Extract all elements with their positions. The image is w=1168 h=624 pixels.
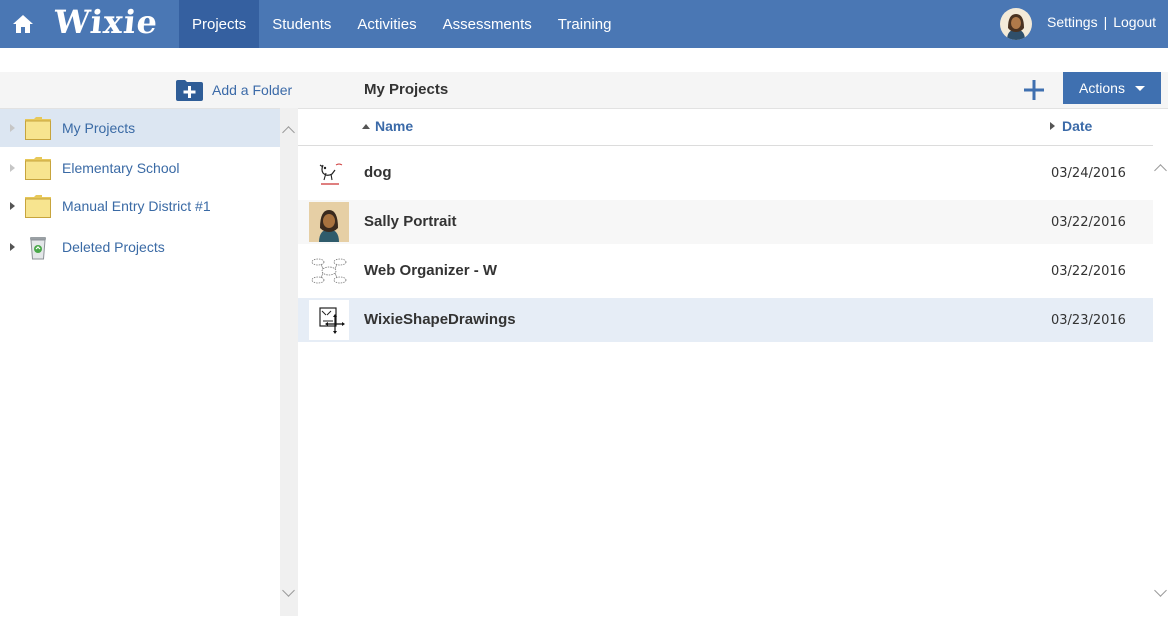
caret-down-icon xyxy=(1134,85,1145,91)
project-date: 03/22/2016 xyxy=(1051,264,1126,279)
project-name: dog xyxy=(364,164,392,181)
scroll-up-icon[interactable] xyxy=(282,126,295,139)
project-toolbar: Add a Folder My Projects Actions xyxy=(0,72,1168,109)
logout-link[interactable]: Logout xyxy=(1113,14,1156,30)
project-list: Name Date dog 03/24/2016 Sally Portrait … xyxy=(298,108,1153,616)
name-column-label: Name xyxy=(375,118,414,134)
nav-assessments[interactable]: Assessments xyxy=(430,0,545,48)
link-separator: | xyxy=(1103,14,1108,30)
project-name: WixieShapeDrawings xyxy=(364,311,516,328)
folder-manual-entry-district[interactable]: Manual Entry District #1 xyxy=(0,187,280,225)
portrait-thumbnail xyxy=(309,202,349,242)
shape-drawing-thumbnail xyxy=(309,300,349,340)
settings-link[interactable]: Settings xyxy=(1047,14,1098,30)
project-date: 03/23/2016 xyxy=(1051,313,1126,328)
list-header: Name Date xyxy=(298,108,1153,146)
user-avatar[interactable] xyxy=(1000,8,1032,40)
expand-arrow-icon[interactable] xyxy=(10,243,15,251)
sort-by-date-header[interactable]: Date xyxy=(1050,118,1092,134)
project-name: Sally Portrait xyxy=(364,213,457,230)
list-scrollbar[interactable] xyxy=(1153,145,1168,616)
sort-by-name-header[interactable]: Name xyxy=(362,118,413,134)
folder-icon xyxy=(25,117,51,140)
project-date: 03/24/2016 xyxy=(1051,166,1126,181)
scroll-down-icon[interactable] xyxy=(282,584,295,597)
dog-drawing-thumbnail xyxy=(309,153,349,193)
sidebar-scrollbar[interactable] xyxy=(280,108,298,616)
home-icon xyxy=(13,15,33,33)
nav-students[interactable]: Students xyxy=(259,0,344,48)
add-folder-button[interactable]: Add a Folder xyxy=(175,78,292,102)
account-links: Settings | Logout xyxy=(1047,14,1156,30)
actions-label: Actions xyxy=(1079,80,1125,96)
plus-icon xyxy=(1024,80,1044,100)
expand-arrow-icon xyxy=(10,164,15,172)
sort-ascending-icon xyxy=(362,123,370,129)
folder-tree: My Projects Elementary School Manual Ent… xyxy=(0,108,280,616)
project-name: Web Organizer - W xyxy=(364,262,498,279)
project-date: 03/22/2016 xyxy=(1051,215,1126,230)
project-row[interactable]: dog 03/24/2016 xyxy=(298,151,1153,195)
wixie-logo[interactable]: Wixie xyxy=(52,3,160,41)
home-button[interactable] xyxy=(0,0,46,48)
folder-my-projects[interactable]: My Projects xyxy=(0,109,280,147)
main-nav: Projects Students Activities Assessments… xyxy=(179,0,624,48)
folder-label: Elementary School xyxy=(62,160,180,176)
project-row[interactable]: Web Organizer - W 03/22/2016 xyxy=(298,249,1153,293)
folder-label: Manual Entry District #1 xyxy=(62,198,211,214)
folder-label: Deleted Projects xyxy=(62,239,165,255)
nav-training[interactable]: Training xyxy=(545,0,625,48)
folder-deleted-projects[interactable]: Deleted Projects xyxy=(0,228,280,266)
scroll-up-icon[interactable] xyxy=(1154,164,1167,177)
trash-icon xyxy=(30,237,46,260)
new-project-button[interactable] xyxy=(1021,77,1047,103)
folder-label: My Projects xyxy=(62,120,136,136)
actions-dropdown-button[interactable]: Actions xyxy=(1063,72,1161,104)
folder-icon xyxy=(25,195,51,218)
date-column-label: Date xyxy=(1062,118,1093,134)
folder-icon xyxy=(25,157,51,180)
web-organizer-thumbnail xyxy=(309,251,349,291)
scroll-down-icon[interactable] xyxy=(1154,584,1167,597)
expand-arrow-icon xyxy=(10,124,15,132)
add-folder-label: Add a Folder xyxy=(212,82,293,98)
nav-activities[interactable]: Activities xyxy=(344,0,429,48)
page-title: My Projects xyxy=(364,81,449,98)
project-row-selected[interactable]: WixieShapeDrawings 03/23/2016 xyxy=(298,298,1153,342)
project-row[interactable]: Sally Portrait 03/22/2016 xyxy=(298,200,1153,244)
add-folder-icon xyxy=(176,80,203,101)
nav-projects[interactable]: Projects xyxy=(179,0,260,48)
sort-arrow-icon xyxy=(1050,122,1055,130)
top-nav-bar: Wixie Projects Students Activities Asses… xyxy=(0,0,1168,48)
folder-elementary-school[interactable]: Elementary School xyxy=(0,149,280,187)
expand-arrow-icon[interactable] xyxy=(10,202,15,210)
